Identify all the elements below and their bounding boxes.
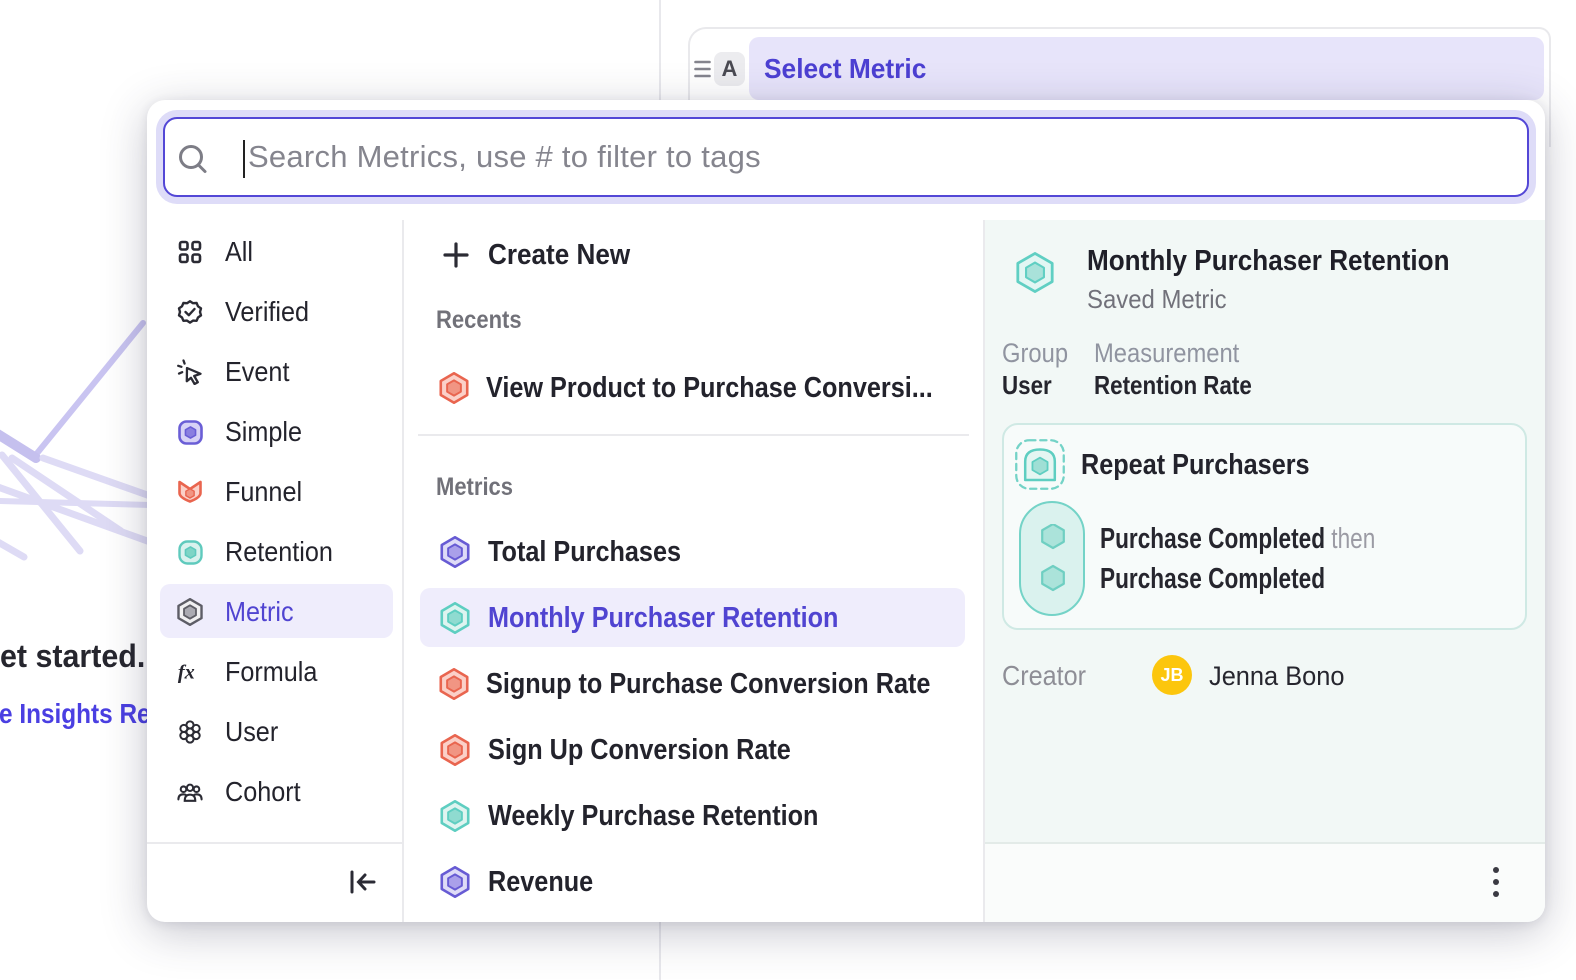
svg-text:fx: fx [178,662,195,684]
